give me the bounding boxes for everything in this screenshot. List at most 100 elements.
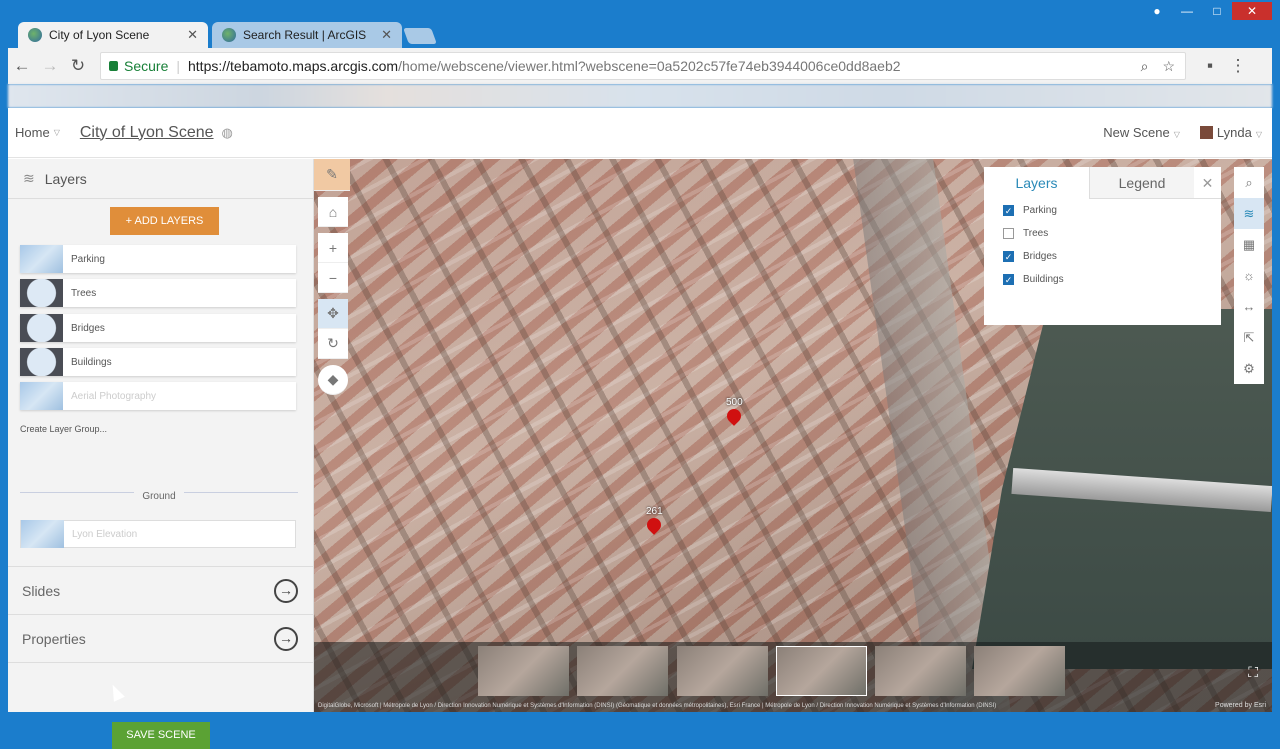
tab-city-of-lyon-scene[interactable]: City of Lyon Scene ✕	[18, 22, 208, 48]
tab-search-result[interactable]: Search Result | ArcGIS ✕	[212, 22, 402, 48]
powered-by-esri[interactable]: Powered by Esri	[1215, 702, 1266, 709]
checkbox[interactable]: ✓	[1003, 205, 1014, 216]
layer-thumbnail	[20, 279, 63, 307]
layer-item-aerial-photography[interactable]: Aerial Photography	[20, 382, 296, 410]
layer-toggle-trees[interactable]: Trees	[1003, 222, 1221, 245]
layers-icon[interactable]: ≋	[1234, 198, 1264, 229]
user-icon[interactable]: ●	[1142, 2, 1172, 20]
add-layers-button[interactable]: + ADD LAYERS	[110, 207, 219, 235]
arrow-right-circle-icon[interactable]: →	[274, 578, 298, 603]
map-pin[interactable]: 261	[644, 506, 665, 535]
close-window-button[interactable]: ✕	[1232, 2, 1272, 20]
attribution: DigitalGlobe, Microsoft | Métropole de L…	[318, 703, 997, 709]
scene-view[interactable]: 500 261 ✎ ⌂ + − ✥ ↻ ◆ Layers Legend ✕ ✓ P…	[314, 159, 1272, 712]
minimize-button[interactable]: —	[1172, 2, 1202, 20]
layer-thumbnail	[20, 314, 63, 342]
home-icon[interactable]: ⌂	[318, 197, 348, 227]
globe-icon: ◍	[221, 124, 233, 140]
right-toolbar: ⌕ ≋ ▦ ☼ ↔ ⇱ ⚙	[1234, 167, 1264, 384]
compass-icon[interactable]: ◆	[318, 365, 348, 395]
forward-icon[interactable]: →	[36, 56, 64, 76]
browser-window: ● — □ ✕ City of Lyon Scene ✕ Search Resul…	[0, 0, 1280, 749]
zoom-icon[interactable]: ⌕	[1141, 58, 1149, 75]
slide-thumbnail[interactable]	[875, 646, 966, 696]
new-scene-menu[interactable]: New Scene ▽	[1103, 125, 1180, 140]
measure-icon[interactable]: ↔	[1234, 291, 1264, 322]
checkbox[interactable]: ✓	[1003, 251, 1014, 262]
rotate-icon[interactable]: ↻	[318, 329, 348, 359]
maximize-button[interactable]: □	[1202, 2, 1232, 20]
layer-toggle-parking[interactable]: ✓ Parking	[1003, 199, 1221, 222]
properties-section[interactable]: Properties →	[8, 614, 314, 662]
layer-label: Lyon Elevation	[72, 528, 138, 540]
search-icon[interactable]: ⌕	[1234, 167, 1264, 198]
pencil-icon[interactable]: ✎	[314, 159, 350, 191]
layer-item-bridges[interactable]: Bridges	[20, 314, 296, 342]
ground-label: Ground	[134, 491, 184, 502]
layer-toggle-label: Parking	[1023, 205, 1057, 216]
settings-icon[interactable]: ⚙	[1234, 353, 1264, 384]
menu-icon[interactable]: ⋮	[1224, 56, 1252, 76]
address-bar[interactable]: Secure | https://tebamoto.maps.arcgis.co…	[100, 52, 1186, 80]
slide-thumbnail[interactable]	[776, 646, 867, 696]
close-tab-icon[interactable]: ✕	[381, 27, 392, 43]
layer-toggle-label: Buildings	[1023, 274, 1064, 285]
basemap-gallery-icon[interactable]: ▦	[1234, 229, 1264, 260]
new-tab-button[interactable]	[403, 28, 437, 44]
create-layer-group-link[interactable]: Create Layer Group...	[20, 424, 107, 434]
home-menu[interactable]: Home	[15, 125, 50, 140]
layer-thumbnail	[21, 520, 64, 548]
zoom-out-icon[interactable]: −	[318, 263, 348, 293]
daylight-icon[interactable]: ☼	[1234, 260, 1264, 291]
avatar	[1199, 126, 1213, 139]
share-icon[interactable]: ⇱	[1234, 322, 1264, 353]
chevron-down-icon: ▽	[53, 128, 60, 137]
back-icon[interactable]: ←	[8, 56, 36, 76]
extension-icon[interactable]: ▪	[1196, 56, 1224, 76]
pin-label: 500	[726, 397, 743, 408]
reload-icon[interactable]: ↻	[64, 56, 92, 76]
layer-thumbnail	[20, 245, 63, 273]
layer-label: Aerial Photography	[71, 390, 157, 402]
layer-thumbnail	[20, 348, 63, 376]
slide-thumbnail[interactable]	[677, 646, 768, 696]
lock-icon	[109, 61, 118, 71]
tab-layers[interactable]: Layers	[984, 167, 1089, 199]
browser-toolbar: ← → ↻ Secure | https://tebamoto.maps.arc…	[8, 48, 1272, 84]
layer-item-buildings[interactable]: Buildings	[20, 348, 296, 376]
layers-title: Layers	[44, 170, 87, 187]
map-pin[interactable]: 500	[724, 397, 745, 426]
close-tab-icon[interactable]: ✕	[187, 27, 198, 43]
zoom-in-icon[interactable]: +	[318, 233, 348, 263]
layer-item-parking[interactable]: Parking	[20, 245, 296, 273]
slides-strip: ⛶ DigitalGlobe, Microsoft | Métropole de…	[314, 642, 1272, 712]
bookmarks-bar	[8, 84, 1272, 108]
globe-icon	[222, 28, 236, 42]
checkbox[interactable]: ✓	[1003, 274, 1014, 285]
star-icon[interactable]: ☆	[1162, 58, 1175, 75]
close-icon[interactable]: ✕	[1194, 167, 1221, 199]
layer-label: Bridges	[71, 322, 105, 334]
layer-toggle-bridges[interactable]: ✓ Bridges	[1003, 245, 1221, 268]
fullscreen-icon[interactable]: ⛶	[1248, 664, 1258, 681]
pin-label: 261	[646, 506, 663, 517]
slide-thumbnail[interactable]	[974, 646, 1065, 696]
layer-item-trees[interactable]: Trees	[20, 279, 296, 307]
layer-item-lyon-elevation[interactable]: Lyon Elevation	[20, 520, 296, 548]
save-scene-button[interactable]: SAVE SCENE	[112, 722, 210, 749]
user-menu[interactable]: Lynda ▽	[1199, 125, 1262, 140]
layer-toggle-buildings[interactable]: ✓ Buildings	[1003, 268, 1221, 291]
arrow-right-circle-icon[interactable]: →	[274, 626, 298, 651]
slide-thumbnail[interactable]	[577, 646, 668, 696]
scene-title[interactable]: City of Lyon Scene	[80, 124, 214, 142]
properties-label: Properties	[22, 630, 86, 647]
layers-icon: ≋	[23, 170, 35, 186]
layer-toggle-label: Trees	[1023, 228, 1049, 239]
checkbox[interactable]	[1003, 228, 1014, 239]
slide-thumbnail[interactable]	[478, 646, 569, 696]
tab-legend[interactable]: Legend	[1089, 167, 1194, 199]
new-scene-label: New Scene	[1103, 125, 1170, 140]
slides-section[interactable]: Slides →	[8, 566, 314, 614]
tab-label: Search Result | ArcGIS	[243, 28, 367, 42]
pan-icon[interactable]: ✥	[318, 299, 348, 329]
